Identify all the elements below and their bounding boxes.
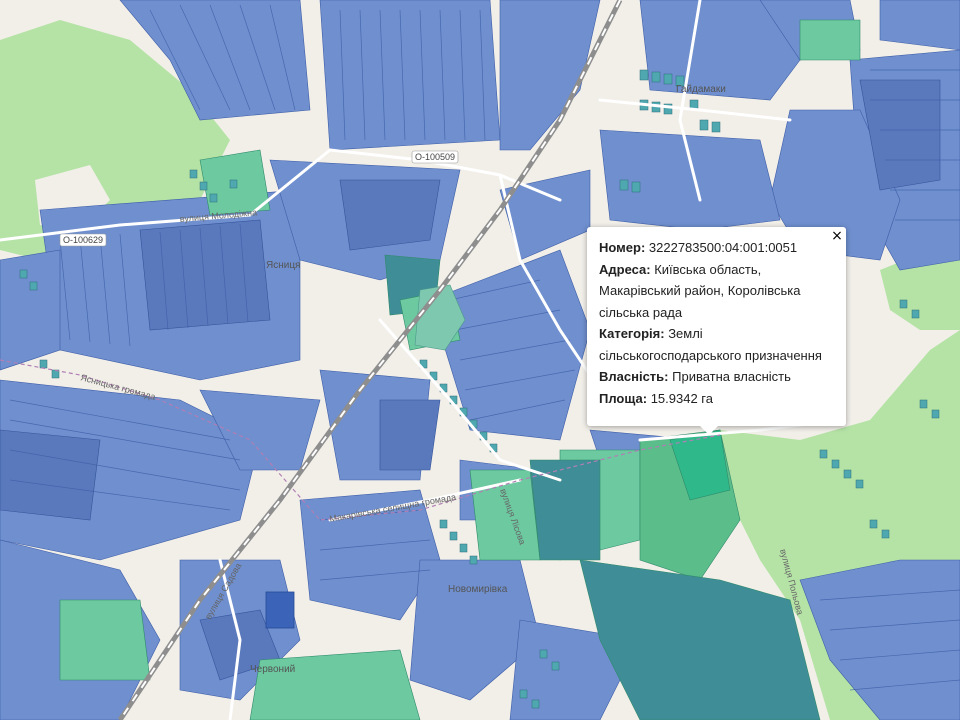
parcel-area-value: 15.9342 га	[650, 390, 713, 406]
road-shield-o100509: О-100509	[411, 150, 459, 164]
svg-text:О-100629: О-100629	[63, 235, 103, 245]
parcel-address-row: Адреса: Київська область, Макарівський р…	[599, 259, 834, 324]
place-label-gaidamaky: Гайдамаки	[676, 84, 726, 95]
parcel-number-row: Номер: 3222783500:04:001:0051	[599, 237, 834, 259]
place-label-novomyrivka: Новомирівка	[448, 584, 508, 595]
parcel-ownership-row: Власність: Приватна власність	[599, 366, 834, 388]
parcel-area-row: Площа: 15.9342 га	[599, 388, 834, 410]
selected-parcel-dark	[265, 591, 295, 629]
parcel-number-value: 3222783500:04:001:0051	[648, 240, 798, 255]
popup-tip	[699, 425, 719, 435]
parcel-ownership-label: Власність:	[599, 369, 669, 384]
place-label-chervonyi: Червоний	[250, 664, 295, 675]
close-icon[interactable]: ×	[830, 229, 844, 243]
parcel-info-popup: × Номер: 3222783500:04:001:0051 Адреса: …	[587, 227, 846, 426]
svg-text:О-100509: О-100509	[415, 152, 455, 162]
road-shield-o100629: О-100629	[59, 233, 107, 247]
parcel-area-label: Площа:	[599, 390, 648, 406]
parcel-ownership-value: Приватна власність	[672, 369, 791, 384]
place-label-yasnitska: Ясниця	[266, 260, 300, 271]
parcel-category-row: Категорія: Землі сільськогосподарського …	[599, 323, 834, 366]
parcel-number-label: Номер:	[599, 240, 646, 255]
parcel-address-label: Адреса:	[599, 261, 651, 277]
parcel-category-label: Категорія:	[599, 326, 665, 341]
